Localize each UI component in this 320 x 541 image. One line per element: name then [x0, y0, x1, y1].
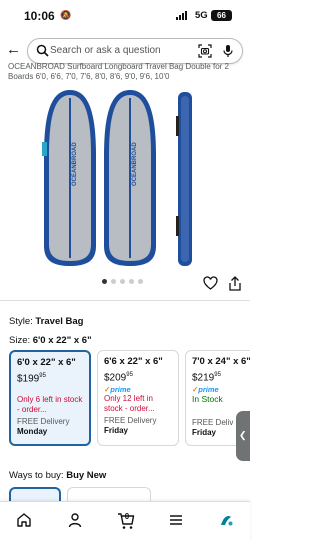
menu-icon[interactable]: [168, 512, 184, 528]
option-size: 6'6 x 22" x 6": [104, 356, 163, 367]
style-label: Style:: [9, 316, 33, 327]
divider: [0, 300, 250, 301]
search-input[interactable]: Search or ask a question: [27, 38, 243, 64]
prime-badge: ✓prime: [192, 385, 219, 395]
option-delivery-day: Monday: [17, 427, 48, 437]
ways-label: Ways to buy:: [9, 470, 64, 481]
size-option-card[interactable]: 6'0 x 22" x 6" $19995 Only 6 left in sto…: [9, 350, 91, 446]
camera-scan-icon[interactable]: [198, 44, 212, 58]
heart-icon[interactable]: [203, 276, 218, 290]
network-label: 5G: [195, 10, 208, 21]
option-stock: In Stock: [192, 394, 223, 405]
option-delivery-day: Friday: [104, 426, 129, 436]
brand-logo-right: OCEANBROAD: [132, 142, 138, 186]
option-stock: Only 12 left in stock - order...: [104, 394, 155, 414]
size-value: 6'0 x 22" x 6": [32, 335, 92, 346]
option-size: 7'0 x 24" x 6": [192, 356, 250, 367]
brand-logo-left: OCEANBROAD: [72, 142, 78, 186]
product-title[interactable]: OCEANBROAD Surfboard Longboard Travel Ba…: [8, 62, 244, 82]
ways-to-buy: Ways to buy: Buy New: [9, 470, 106, 481]
board-bag-left: OCEANBROAD: [42, 90, 96, 266]
buy-option-selected[interactable]: [9, 487, 61, 501]
microphone-icon[interactable]: [222, 44, 234, 58]
battery-icon: 66: [211, 10, 232, 21]
size-options: 6'0 x 22" x 6" $19995 Only 6 left in sto…: [9, 350, 250, 446]
status-time: 10:06: [24, 9, 55, 23]
search-icon: [36, 44, 49, 57]
option-stock: Only 6 left in stock - order...: [17, 395, 83, 415]
status-bar: 10:06 🔕 5G 66: [0, 0, 250, 30]
buy-option[interactable]: [67, 487, 151, 501]
ai-assistant-icon[interactable]: [218, 512, 234, 528]
product-image[interactable]: OCEANBROAD OCEANBROAD: [30, 86, 220, 270]
bottom-tab-bar: 0: [0, 501, 250, 541]
chevron-left-icon: ❮: [239, 430, 247, 440]
style-row: Style: Travel Bag: [9, 316, 83, 327]
cart-count: 0: [124, 512, 130, 521]
share-icon[interactable]: [228, 276, 242, 291]
cart-tab[interactable]: 0: [117, 512, 135, 530]
option-price: $19995: [17, 373, 46, 385]
size-option-card[interactable]: 6'6 x 22" x 6" $20995 ✓prime Only 12 lef…: [97, 350, 179, 446]
silent-bell-icon: 🔕: [60, 10, 72, 20]
carousel-dot[interactable]: [111, 279, 116, 284]
back-arrow-icon[interactable]: ←: [6, 41, 21, 58]
board-bag-side: [176, 92, 192, 266]
ways-value: Buy New: [66, 470, 107, 481]
size-label: Size:: [9, 335, 31, 346]
carousel-dot[interactable]: [120, 279, 125, 284]
prime-badge: [17, 386, 83, 395]
board-bag-right: OCEANBROAD: [104, 90, 156, 266]
account-icon[interactable]: [67, 512, 83, 528]
signal-icon: [176, 11, 187, 20]
scroll-handle[interactable]: ❮: [236, 411, 250, 461]
option-delivery: FREE Delivery: [17, 417, 70, 427]
option-price: $21995: [192, 372, 221, 384]
option-size: 6'0 x 22" x 6": [17, 357, 76, 368]
home-icon[interactable]: [16, 512, 32, 528]
prime-badge: ✓prime: [104, 385, 131, 395]
size-row: Size: 6'0 x 22" x 6": [9, 335, 92, 346]
carousel-dot[interactable]: [129, 279, 134, 284]
image-carousel-dots[interactable]: [102, 279, 143, 284]
carousel-dot[interactable]: [102, 279, 107, 284]
search-placeholder: Search or ask a question: [50, 45, 161, 56]
option-delivery: FREE Delivery: [104, 416, 157, 426]
carousel-dot[interactable]: [138, 279, 143, 284]
option-price: $20995: [104, 372, 133, 384]
style-value: Travel Bag: [35, 316, 84, 327]
